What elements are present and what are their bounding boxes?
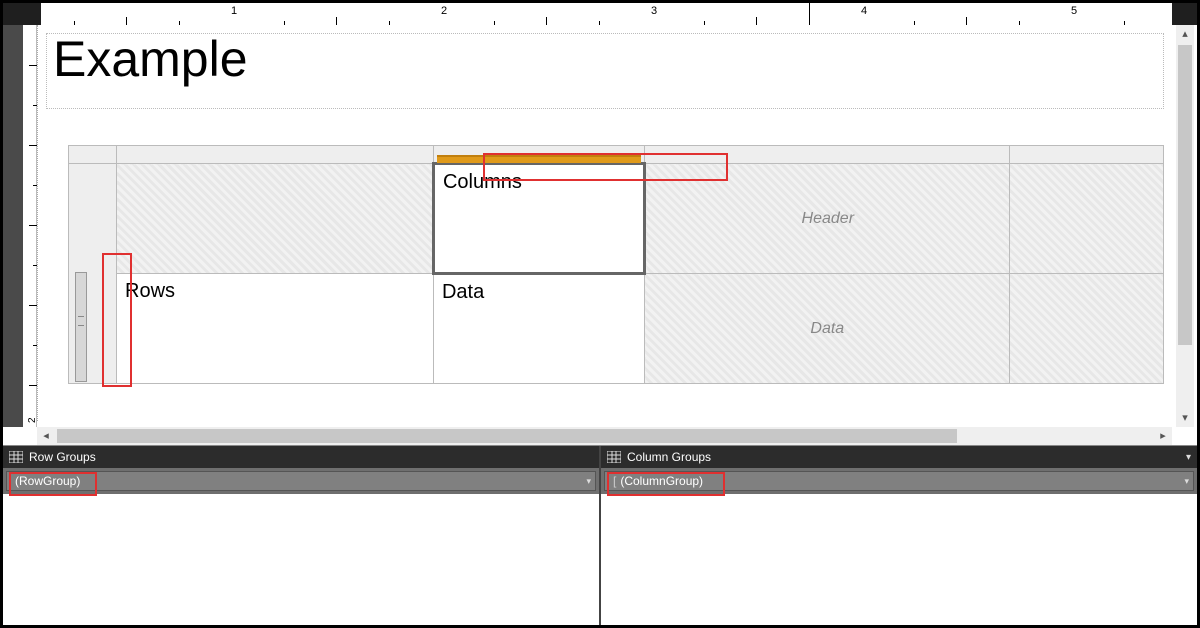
tablix-col-handle[interactable] (117, 146, 434, 164)
ruler-number: 3 (651, 5, 657, 17)
app-frame: 1 2 3 4 5 (0, 0, 1200, 628)
tablix-col-handle[interactable] (645, 146, 1010, 164)
column-group-indicator (437, 155, 641, 163)
row-groups-header[interactable]: Row Groups (3, 446, 599, 468)
tablix-corner-handle[interactable] (69, 146, 117, 164)
bracket-icon: [ (613, 474, 616, 488)
ruler-number: 2 (441, 5, 447, 17)
vertical-scrollbar[interactable]: ▴ ▾ (1176, 25, 1194, 427)
left-gutter (3, 25, 23, 427)
ruler-number: 1 (231, 5, 237, 17)
rows-label: Rows (125, 280, 175, 302)
scroll-up-arrow-icon[interactable]: ▴ (1176, 25, 1194, 43)
report-title-textbox[interactable]: Example (46, 33, 1164, 109)
column-groups-body[interactable] (601, 494, 1197, 625)
scroll-down-arrow-icon[interactable]: ▾ (1176, 409, 1194, 427)
row-groups-panel: Row Groups (RowGroup) ▾ (3, 446, 601, 625)
vertical-scroll-thumb[interactable] (1178, 45, 1192, 345)
row-group-name: (RowGroup) (15, 474, 80, 488)
data-placeholder-text: Data (810, 320, 844, 337)
tablix-column-group-cell[interactable]: Columns (433, 164, 644, 274)
scroll-right-arrow-icon[interactable]: ▸ (1154, 427, 1172, 445)
tablix-col-handle[interactable] (1010, 146, 1164, 164)
ruler-tick (336, 17, 337, 25)
tablix-corner-cell[interactable] (117, 164, 434, 274)
row-group-item[interactable]: (RowGroup) ▾ (6, 471, 596, 491)
ruler-tick (126, 17, 127, 25)
ruler-vertical[interactable]: 2 (23, 25, 37, 427)
ruler-horizontal[interactable]: 1 2 3 4 5 (41, 3, 1172, 25)
ruler-tick (546, 17, 547, 25)
chevron-down-icon[interactable]: ▾ (1184, 476, 1189, 487)
row-group-item-row: (RowGroup) ▾ (3, 468, 599, 494)
header-placeholder-text: Header (802, 210, 854, 227)
tablix-header-placeholder[interactable]: Header (645, 164, 1010, 274)
row-group-handle[interactable] (75, 272, 87, 382)
column-group-item-row: [ (ColumnGroup) ▾ (601, 468, 1197, 494)
column-groups-panel: Column Groups ▾ [ (ColumnGroup) ▾ (601, 446, 1197, 625)
tablix-data-placeholder[interactable]: Data (645, 274, 1010, 384)
ruler-number: 4 (861, 5, 867, 17)
column-group-item[interactable]: [ (ColumnGroup) ▾ (604, 471, 1194, 491)
horizontal-scroll-thumb[interactable] (57, 429, 957, 443)
grid-icon (9, 451, 23, 463)
report-title-text: Example (53, 34, 1163, 84)
ruler-tick (756, 17, 757, 25)
tablix-row-group-cell[interactable]: Rows (117, 274, 434, 384)
horizontal-scrollbar[interactable]: ◂ ▸ (37, 427, 1172, 445)
chevron-down-icon[interactable]: ▾ (1186, 452, 1191, 463)
grouping-pane: Row Groups (RowGroup) ▾ Column Groups ▾ … (3, 445, 1197, 625)
columns-label: Columns (443, 171, 522, 193)
tablix-row-handle-area[interactable] (69, 164, 117, 384)
scroll-left-arrow-icon[interactable]: ◂ (37, 427, 55, 445)
design-canvas[interactable]: Example (37, 25, 1172, 421)
row-groups-body[interactable] (3, 494, 599, 625)
tablix-matrix[interactable]: Columns Header Rows Data Data (68, 145, 1164, 405)
tablix-data-extra[interactable] (1010, 274, 1164, 384)
data-label: Data (442, 281, 484, 303)
tablix-header-extra[interactable] (1010, 164, 1164, 274)
column-groups-header[interactable]: Column Groups ▾ (601, 446, 1197, 468)
tablix-data-cell[interactable]: Data (433, 274, 644, 384)
column-group-name: (ColumnGroup) (620, 474, 703, 488)
column-groups-title: Column Groups (627, 450, 711, 464)
ruler-tick (966, 17, 967, 25)
ruler-cursor (809, 3, 810, 25)
row-groups-title: Row Groups (29, 450, 96, 464)
ruler-horizontal-backdrop: 1 2 3 4 5 (3, 3, 1197, 25)
grid-icon (607, 451, 621, 463)
chevron-down-icon[interactable]: ▾ (586, 476, 591, 487)
ruler-number: 5 (1071, 5, 1077, 17)
